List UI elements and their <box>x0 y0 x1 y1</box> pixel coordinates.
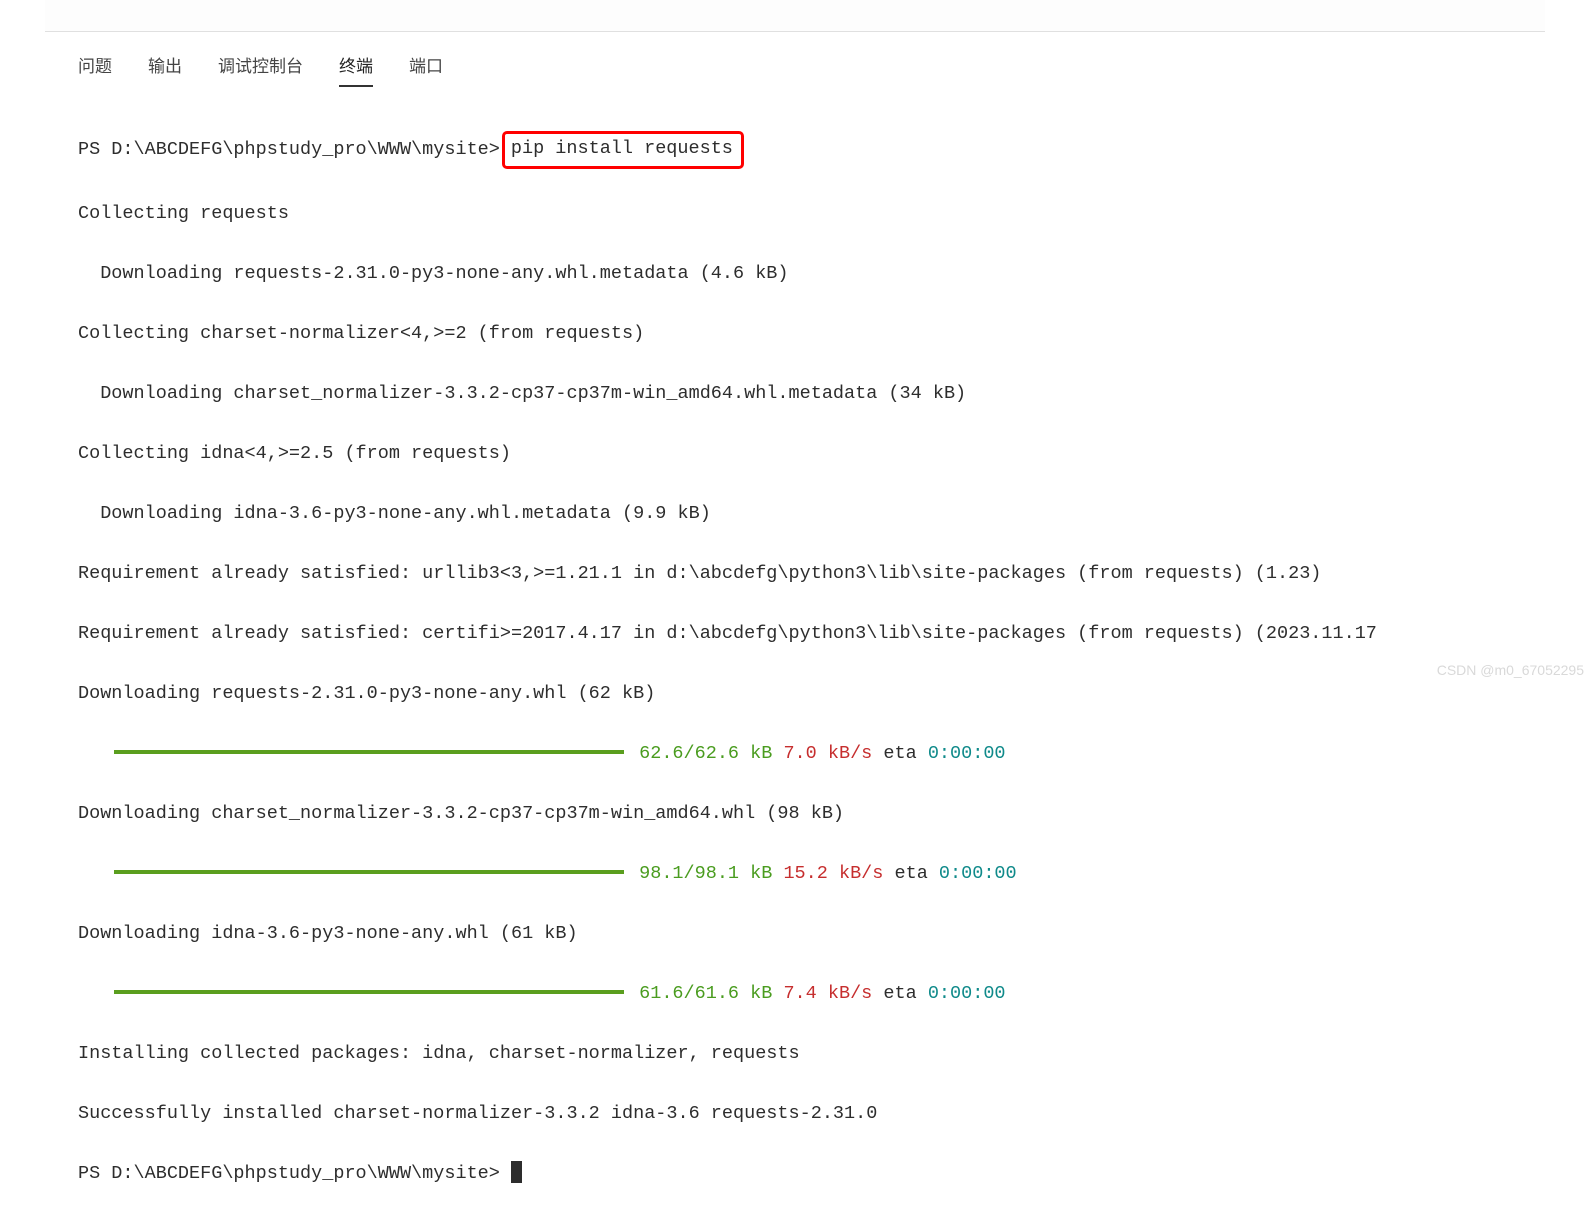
command-highlight: pip install requests <box>502 131 744 169</box>
tab-output[interactable]: 输出 <box>148 52 182 87</box>
tab-debug-console[interactable]: 调试控制台 <box>218 52 303 87</box>
prompt-line: PS D:\ABCDEFG\phpstudy_pro\WWW\mysite> <box>78 1159 1590 1189</box>
progress-bar-icon <box>114 750 624 754</box>
output-line: Downloading charset_normalizer-3.3.2-cp3… <box>78 799 1590 829</box>
terminal-output[interactable]: PS D:\ABCDEFG\phpstudy_pro\WWW\mysite> p… <box>0 101 1590 1219</box>
download-size: 98.1/98.1 kB <box>639 863 772 884</box>
watermark: CSDN @m0_67052295 <box>1437 662 1584 678</box>
eta-label: eta <box>883 743 916 764</box>
tab-ports[interactable]: 端口 <box>409 52 443 87</box>
output-line: Collecting idna<4,>=2.5 (from requests) <box>78 439 1590 469</box>
output-line: Collecting requests <box>78 199 1590 229</box>
output-line: Successfully installed charset-normalize… <box>78 1099 1590 1129</box>
output-line: Downloading idna-3.6-py3-none-any.whl (6… <box>78 919 1590 949</box>
download-size: 61.6/61.6 kB <box>639 983 772 1004</box>
progress-bar-icon <box>114 870 624 874</box>
eta-value: 0:00:00 <box>928 743 1006 764</box>
prompt-path: PS D:\ABCDEFG\phpstudy_pro\WWW\mysite> <box>78 1163 500 1184</box>
download-speed: 15.2 kB/s <box>783 863 883 884</box>
eta-value: 0:00:00 <box>928 983 1006 1004</box>
output-line: Collecting charset-normalizer<4,>=2 (fro… <box>78 319 1590 349</box>
eta-label: eta <box>894 863 927 884</box>
eta-label: eta <box>883 983 916 1004</box>
output-line: Downloading idna-3.6-py3-none-any.whl.me… <box>78 499 1590 529</box>
output-line: Requirement already satisfied: certifi>=… <box>78 619 1590 649</box>
tab-terminal[interactable]: 终端 <box>339 52 373 87</box>
output-line: Downloading requests-2.31.0-py3-none-any… <box>78 679 1590 709</box>
progress-bar-icon <box>114 990 624 994</box>
output-line: Downloading requests-2.31.0-py3-none-any… <box>78 259 1590 289</box>
cursor-icon <box>511 1161 522 1183</box>
progress-line: 98.1/98.1 kB 15.2 kB/s eta 0:00:00 <box>78 859 1590 889</box>
output-line: Installing collected packages: idna, cha… <box>78 1039 1590 1069</box>
download-speed: 7.4 kB/s <box>783 983 872 1004</box>
output-line: Downloading charset_normalizer-3.3.2-cp3… <box>78 379 1590 409</box>
progress-line: 61.6/61.6 kB 7.4 kB/s eta 0:00:00 <box>78 979 1590 1009</box>
window-top-bar <box>45 0 1545 32</box>
progress-line: 62.6/62.6 kB 7.0 kB/s eta 0:00:00 <box>78 739 1590 769</box>
eta-value: 0:00:00 <box>939 863 1017 884</box>
panel-tabs: 问题 输出 调试控制台 终端 端口 <box>0 32 1590 101</box>
prompt-path: PS D:\ABCDEFG\phpstudy_pro\WWW\mysite> <box>78 135 500 165</box>
download-size: 62.6/62.6 kB <box>639 743 772 764</box>
tab-problems[interactable]: 问题 <box>78 52 112 87</box>
output-line: Requirement already satisfied: urllib3<3… <box>78 559 1590 589</box>
download-speed: 7.0 kB/s <box>783 743 872 764</box>
